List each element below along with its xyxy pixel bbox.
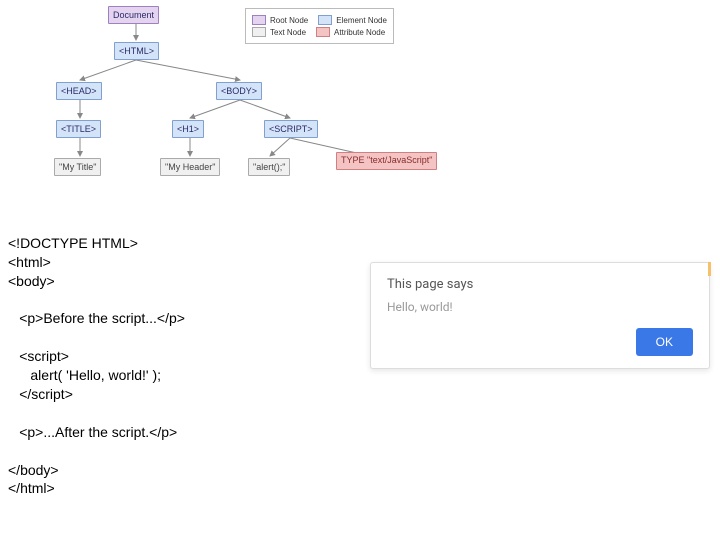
code-line: <!DOCTYPE HTML> bbox=[8, 235, 138, 251]
alert-dialog: This page says Hello, world! OK bbox=[370, 262, 710, 369]
dialog-actions: OK bbox=[387, 328, 693, 356]
code-line: </body> bbox=[8, 462, 59, 478]
code-line: <html> bbox=[8, 254, 51, 270]
node-text-title: "My Title" bbox=[54, 158, 101, 176]
code-line: <p>Before the script...</p> bbox=[8, 309, 185, 328]
legend-element-label: Element Node bbox=[336, 16, 387, 25]
legend-root: Root Node bbox=[252, 15, 308, 25]
node-html: <HTML> bbox=[114, 42, 159, 60]
node-body: <BODY> bbox=[216, 82, 262, 100]
code-line: </html> bbox=[8, 480, 55, 496]
node-attr-type: TYPE "text/JavaScript" bbox=[336, 152, 437, 170]
node-text-alert: "alert();" bbox=[248, 158, 290, 176]
code-line: <script> bbox=[8, 347, 69, 366]
code-line: <p>...After the script.</p> bbox=[8, 423, 177, 442]
legend-root-label: Root Node bbox=[270, 16, 308, 25]
legend-text-label: Text Node bbox=[270, 28, 306, 37]
ok-button[interactable]: OK bbox=[636, 328, 693, 356]
code-line: <body> bbox=[8, 273, 55, 289]
diagram-legend: Root Node Element Node Text Node Attribu… bbox=[245, 8, 394, 44]
legend-element: Element Node bbox=[318, 15, 387, 25]
code-sample: <!DOCTYPE HTML> <html> <body> <p>Before … bbox=[8, 215, 185, 498]
node-h1: <H1> bbox=[172, 120, 204, 138]
decorative-bar bbox=[708, 262, 711, 276]
dialog-message: Hello, world! bbox=[387, 300, 693, 314]
node-script: <SCRIPT> bbox=[264, 120, 318, 138]
dom-tree-diagram: Document <HTML> <HEAD> <BODY> <TITLE> <H… bbox=[10, 0, 450, 200]
code-line: </script> bbox=[8, 385, 73, 404]
dialog-title: This page says bbox=[387, 277, 693, 292]
node-text-header: "My Header" bbox=[160, 158, 220, 176]
node-head: <HEAD> bbox=[56, 82, 102, 100]
legend-attribute: Attribute Node bbox=[316, 27, 385, 37]
node-title: <TITLE> bbox=[56, 120, 101, 138]
node-document: Document bbox=[108, 6, 159, 24]
legend-text: Text Node bbox=[252, 27, 306, 37]
legend-attribute-label: Attribute Node bbox=[334, 28, 385, 37]
code-line: alert( 'Hello, world!' ); bbox=[8, 366, 161, 385]
